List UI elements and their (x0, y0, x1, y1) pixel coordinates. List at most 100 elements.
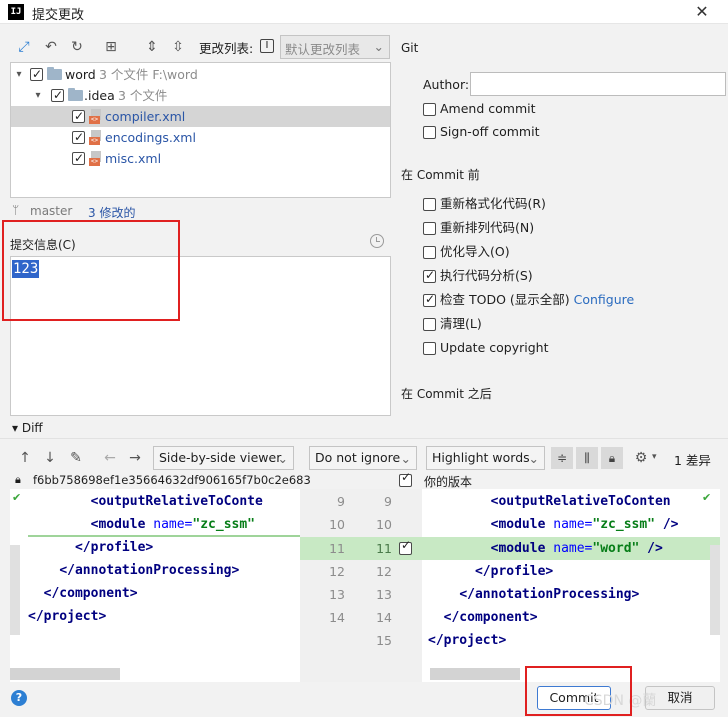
diff-right-pane[interactable]: <outputRelativeToConten <module name="zc… (422, 489, 720, 682)
collapse-all-icon[interactable]: ⇳ (169, 38, 187, 56)
tree-row-file[interactable]: <> encodings.xml (11, 127, 390, 148)
diff-section-toggle[interactable]: ▾ Diff (12, 421, 43, 435)
scrollbar[interactable] (710, 545, 720, 635)
root-meta: 3 个文件 F:\word (99, 67, 198, 82)
chevron-down-icon[interactable]: ▾ (13, 64, 25, 85)
code-line: <outputRelativeToConte (90, 494, 263, 509)
configure-link[interactable]: Configure (574, 292, 635, 307)
branch-name[interactable]: master (30, 204, 72, 218)
right-line-number: 12 (376, 564, 392, 579)
gear-icon[interactable]: ⚙ (632, 449, 650, 467)
folder-checkbox[interactable] (51, 85, 64, 106)
signoff-checkbox[interactable] (423, 126, 436, 139)
option-checkbox[interactable] (423, 246, 436, 259)
code-line: </component> (43, 586, 138, 601)
checkmark-icon: ✔ (702, 491, 712, 504)
modified-count-link[interactable]: 3 修改的 (88, 204, 135, 221)
changelist-dropdown[interactable]: 默认更改列表 ⌄ (280, 35, 390, 59)
changelist-label: 更改列表: (199, 41, 254, 56)
next-diff-icon[interactable]: ↓ (41, 449, 59, 467)
amend-label: Amend commit (440, 101, 536, 116)
left-line-number: 10 (329, 517, 345, 532)
horizontal-scrollbar[interactable] (10, 668, 120, 680)
help-icon[interactable]: ? (11, 690, 27, 706)
file-checkbox[interactable] (72, 127, 85, 148)
code-line: </component> (443, 610, 538, 625)
edit-icon[interactable]: ✎ (67, 449, 85, 467)
option-checkbox[interactable] (423, 290, 436, 308)
option-checkbox[interactable] (423, 318, 436, 331)
highlight-annotation-commit (525, 666, 632, 716)
diff-label: Diff (21, 421, 43, 435)
root-checkbox[interactable] (30, 64, 43, 85)
group-by-icon[interactable]: ⊞ (102, 38, 120, 56)
move-changes-icon[interactable]: ⤢ (15, 38, 33, 56)
back-icon[interactable]: ← (101, 449, 119, 467)
option-checkbox[interactable] (423, 342, 436, 355)
code-line: </annotationProcessing> (59, 563, 240, 578)
option-checkbox[interactable] (423, 198, 436, 211)
history-icon[interactable] (370, 234, 384, 248)
your-version-checkbox[interactable] (399, 470, 412, 487)
option-label: 清理(L) (440, 316, 482, 331)
chevron-down-icon[interactable]: ▾ (652, 452, 657, 462)
amend-checkbox[interactable] (423, 103, 436, 116)
tree-row-file[interactable]: <> compiler.xml (11, 106, 390, 127)
tree-row-root[interactable]: ▾ word 3 个文件 F:\word (11, 64, 390, 85)
code-line: </profile> (74, 540, 154, 555)
file-checkbox[interactable] (72, 148, 85, 169)
author-input[interactable] (470, 72, 726, 96)
highlight-annotation-message (2, 220, 180, 321)
ignore-value: Do not ignore (315, 450, 401, 465)
scrollbar[interactable] (10, 545, 20, 635)
chevron-down-icon: ⌄ (528, 451, 539, 466)
left-line-number: 13 (329, 587, 345, 602)
after-commit-label: 在 Commit 之后 (401, 387, 492, 401)
option-checkbox[interactable] (423, 266, 436, 284)
rollback-icon[interactable]: ↶ (42, 38, 60, 56)
collapse-unchanged-icon[interactable]: ≑ (551, 447, 573, 469)
chevron-down-icon[interactable]: ▾ (32, 85, 44, 106)
code-line: <module name="zc_ssm" (90, 517, 256, 532)
file-name: misc.xml (105, 151, 162, 166)
diff-left-pane[interactable]: <outputRelativeToConte <module name="zc_… (10, 489, 300, 682)
code-line: </annotationProcessing> (459, 587, 640, 602)
previous-diff-icon[interactable]: ↑ (16, 449, 34, 467)
left-line-number: 12 (329, 564, 345, 579)
right-line-number: 10 (376, 517, 392, 532)
option-label: 优化导入(O) (440, 244, 510, 259)
folder-icon (68, 88, 83, 101)
changelist-value: 默认更改列表 (285, 42, 361, 57)
right-line-number: 15 (376, 633, 392, 648)
left-line-number: 9 (337, 494, 345, 509)
expand-all-icon[interactable]: ⇕ (143, 38, 161, 56)
before-commit-label: 在 Commit 前 (401, 168, 480, 182)
folder-name: .idea (84, 88, 115, 103)
refresh-icon[interactable]: ↻ (68, 38, 86, 56)
tree-row-folder[interactable]: ▾ .idea 3 个文件 (11, 85, 390, 106)
highlight-dropdown[interactable]: Highlight words ⌄ (426, 446, 545, 470)
chevron-down-icon: ⌄ (373, 39, 384, 54)
file-checkbox[interactable] (72, 106, 85, 127)
file-name: encodings.xml (105, 130, 196, 145)
sync-scroll-icon[interactable]: ⫼ (576, 447, 598, 469)
lock-icon[interactable]: 🔒︎ (601, 447, 623, 469)
changes-tree: ▾ word 3 个文件 F:\word ▾ .idea 3 个文件 <> co… (10, 62, 391, 198)
right-line-number: 9 (384, 494, 392, 509)
chevron-down-icon: ⌄ (277, 451, 288, 466)
root-name: word (65, 67, 96, 82)
viewer-dropdown[interactable]: Side-by-side viewer ⌄ (153, 446, 294, 470)
horizontal-scrollbar[interactable] (430, 668, 520, 680)
close-icon[interactable]: ✕ (690, 0, 714, 24)
right-line-number: 11 (376, 541, 392, 556)
include-change-checkbox[interactable] (399, 538, 412, 555)
title-bar: IJ 提交更改 ✕ (0, 0, 728, 24)
code-line: <module name="zc_ssm" /> (490, 517, 679, 532)
left-revision-hash: f6bb758698ef1e35664632df906165f7b0c2e683 (33, 473, 311, 487)
forward-icon[interactable]: → (126, 449, 144, 467)
tree-row-file[interactable]: <> misc.xml (11, 148, 390, 169)
ignore-dropdown[interactable]: Do not ignore ⌄ (309, 446, 417, 470)
viewer-value: Side-by-side viewer (159, 450, 282, 465)
file-name: compiler.xml (105, 109, 186, 124)
option-checkbox[interactable] (423, 222, 436, 235)
